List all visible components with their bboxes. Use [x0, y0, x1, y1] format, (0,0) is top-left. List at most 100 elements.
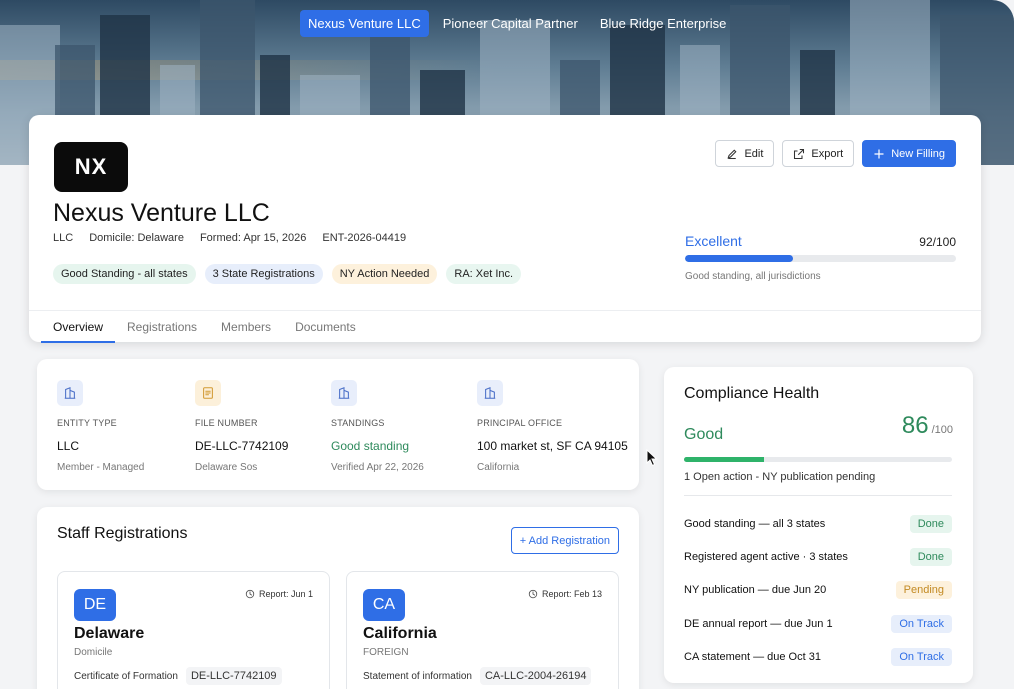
compliance-health-card: Compliance Health Good 86 /100 1 Open ac…: [664, 367, 973, 683]
entity-score-bar-fill: [685, 255, 794, 262]
plus-icon: [874, 149, 884, 158]
entity-type-meta: LLC: [53, 232, 74, 244]
entity-tab-pioneer[interactable]: Pioneer Capital Partner: [435, 10, 586, 37]
report-date-label: Report: Jun 1: [258, 589, 313, 599]
compliance-score-max: /100: [931, 424, 953, 436]
info-sub: California: [477, 462, 520, 473]
tab-documents[interactable]: Documents: [283, 311, 368, 343]
status-chip-registrations: 3 State Registrations: [204, 264, 323, 284]
add-registration-button[interactable]: + Add Registration: [510, 527, 619, 554]
entity-tab-nexus[interactable]: Nexus Venture LLC: [300, 10, 429, 37]
export-button[interactable]: Export: [782, 140, 855, 167]
checklist-label: Registered agent active · 3 states: [684, 551, 848, 564]
tab-members[interactable]: Members: [209, 311, 283, 343]
compliance-score-value: 86: [901, 412, 929, 439]
info-value: DE-LLC-7742109: [195, 439, 289, 453]
entity-header-card: NX Nexus Venture LLC LLC Domicile: Delaw…: [29, 115, 981, 343]
status-chip-ny-action: NY Action Needed: [331, 264, 438, 284]
registration-card-delaware[interactable]: DE Report: Jun 1 Delaware Domicile Certi…: [57, 571, 330, 689]
compliance-note: 1 Open action - NY publication pending: [684, 471, 876, 483]
pencil-icon: [727, 149, 737, 159]
edit-button[interactable]: Edit: [715, 140, 775, 167]
compliance-bar-fill: [684, 457, 765, 462]
export-button-label: Export: [811, 147, 844, 160]
list-item: NY publication — due Jun 20 Pending: [684, 574, 952, 607]
registration-doc-value: DE-LLC-7742109: [185, 667, 282, 685]
list-item: DE annual report — due Jun 1 On Track: [684, 607, 952, 640]
list-item: Good standing — all 3 states Done: [684, 507, 952, 540]
new-filing-button[interactable]: New Filling: [862, 140, 956, 167]
info-entity-type: ENTITY TYPE LLC Member - Managed: [57, 380, 144, 473]
new-filing-button-label: New Filling: [891, 147, 945, 160]
entity-score-bar: [685, 255, 956, 262]
registration-card-california[interactable]: CA Report: Feb 13 California FOREIGN Sta…: [346, 571, 619, 689]
tab-registrations[interactable]: Registrations: [115, 311, 209, 343]
state-name: California: [363, 625, 437, 642]
status-badge: Pending: [895, 581, 952, 600]
info-value: LLC: [57, 439, 80, 453]
registration-doc-value: CA-LLC-2004-26194: [479, 667, 592, 685]
checklist-label: DE annual report — due Jun 1: [684, 617, 833, 630]
building-icon: [331, 380, 357, 406]
state-badge: CA: [363, 589, 405, 621]
entity-info-card: ENTITY TYPE LLC Member - Managed FILE NU…: [37, 359, 639, 490]
edit-button-label: Edit: [744, 147, 764, 160]
status-chip-registered-agent: RA: Xet Inc.: [446, 264, 522, 284]
entity-score-label: Excellent: [685, 233, 742, 249]
status-chips: Good Standing - all states 3 State Regis…: [53, 264, 522, 284]
info-file-number: FILE NUMBER DE-LLC-7742109 Delaware Sos: [195, 380, 288, 473]
info-value: 100 market st, SF CA 94105: [477, 439, 628, 453]
registration-type: FOREIGN: [363, 647, 409, 658]
status-badge: Done: [909, 548, 952, 567]
entity-score-value: 92/100: [919, 235, 956, 249]
registration-type: Domicile: [74, 647, 113, 658]
entity-switcher: Nexus Venture LLC Pioneer Capital Partne…: [300, 10, 734, 37]
entity-logo: NX: [54, 142, 128, 192]
mouse-cursor-icon: [646, 449, 658, 467]
tab-overview[interactable]: Overview: [41, 311, 116, 343]
info-value: Good standing: [331, 439, 410, 453]
state-badge: DE: [74, 589, 116, 621]
clock-icon: [528, 589, 538, 599]
entity-tab-blue-ridge[interactable]: Blue Ridge Enterprise: [592, 10, 734, 37]
list-item: Registered agent active · 3 states Done: [684, 540, 952, 573]
checklist-label: NY publication — due Jun 20: [684, 584, 827, 597]
compliance-score: 86 /100: [902, 412, 953, 440]
entity-meta: LLC Domicile: Delaware Formed: Apr 15, 2…: [53, 232, 406, 244]
checklist-label: CA statement — due Oct 31: [684, 651, 821, 664]
state-name: Delaware: [74, 625, 145, 642]
building-icon: [477, 380, 503, 406]
registration-doc-row: Certificate of Formation DE-LLC-7742109: [74, 667, 282, 685]
compliance-status: Good: [684, 426, 724, 443]
info-sub: Member - Managed: [57, 462, 145, 473]
building-icon: [57, 380, 83, 406]
entity-name: Nexus Venture LLC: [53, 199, 270, 227]
list-item: CA statement — due Oct 31 On Track: [684, 641, 952, 674]
status-badge: On Track: [891, 648, 952, 667]
report-date-label: Report: Feb 13: [541, 589, 602, 599]
document-icon: [195, 380, 221, 406]
report-date: Report: Jun 1: [245, 589, 313, 599]
registration-doc-row: Statement of information CA-LLC-2004-261…: [363, 667, 592, 685]
detail-tabs: Overview Registrations Members Documents: [29, 310, 981, 343]
info-label: PRINCIPAL OFFICE: [477, 418, 563, 428]
status-badge: Done: [909, 514, 952, 533]
registration-doc-label: Certificate of Formation: [74, 670, 178, 682]
staff-registrations-title: Staff Registrations: [57, 525, 188, 542]
info-sub: Verified Apr 22, 2026: [331, 462, 424, 473]
checklist-label: Good standing — all 3 states: [684, 517, 826, 530]
compliance-checklist: Good standing — all 3 states Done Regist…: [684, 507, 952, 674]
export-icon: [794, 148, 805, 159]
status-badge: On Track: [891, 614, 952, 633]
info-standings: STANDINGS Good standing Verified Apr 22,…: [331, 380, 424, 473]
divider: [684, 495, 952, 496]
clock-icon: [245, 589, 255, 599]
staff-registrations-card: Staff Registrations + Add Registration D…: [37, 507, 639, 689]
info-sub: Delaware Sos: [195, 462, 258, 473]
entity-id-meta: ENT-2026-04419: [322, 232, 407, 244]
entity-score-head: Excellent 92/100: [685, 233, 956, 249]
info-label: ENTITY TYPE: [57, 418, 117, 428]
info-principal-office: PRINCIPAL OFFICE 100 market st, SF CA 94…: [477, 380, 628, 473]
entity-score-note: Good standing, all jurisdictions: [685, 271, 821, 282]
entity-score: Excellent 92/100 Good standing, all juri…: [685, 233, 956, 282]
